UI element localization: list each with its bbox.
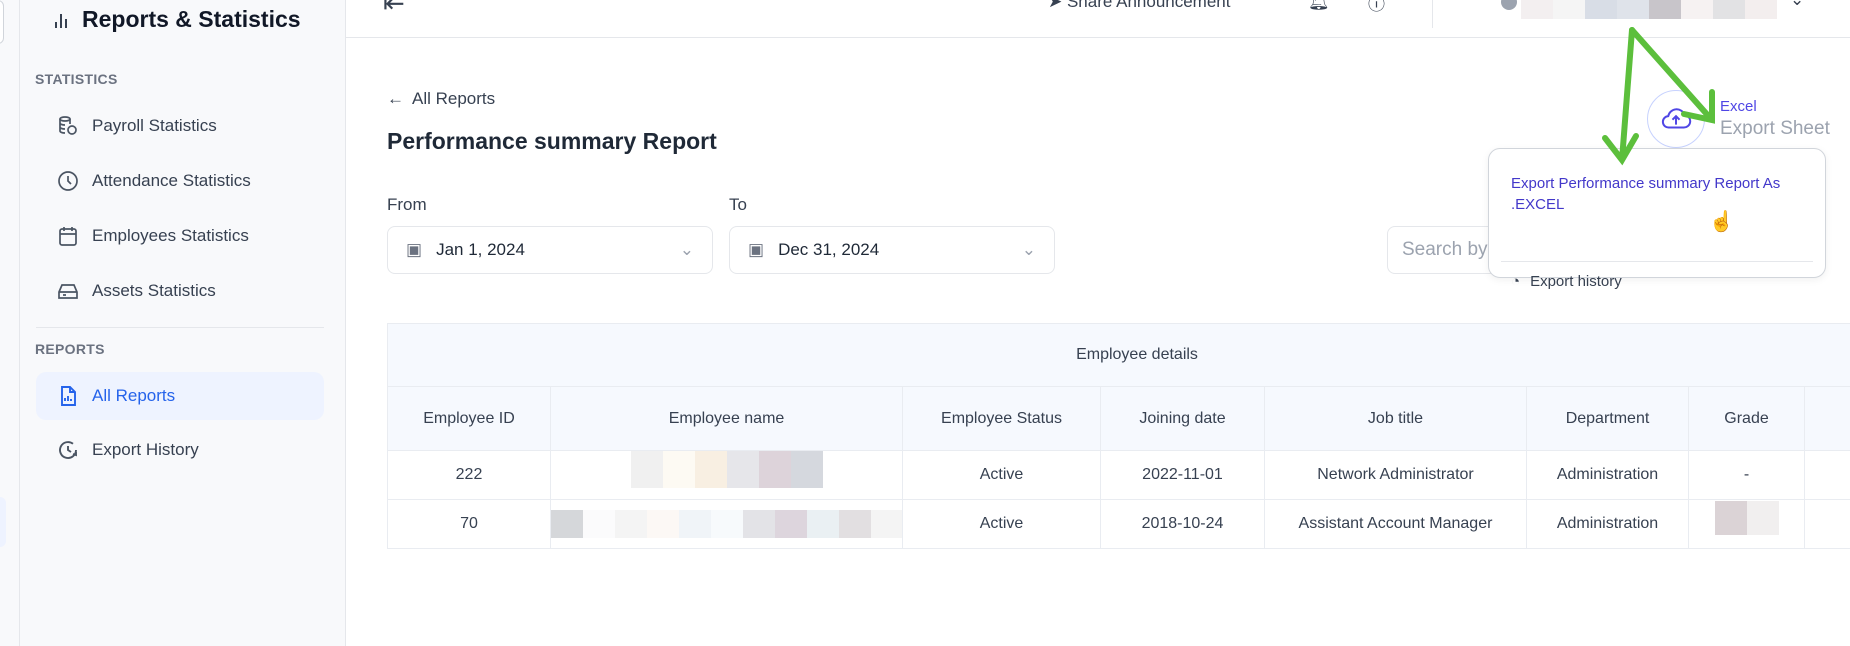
avatar[interactable] (1501, 0, 1517, 10)
export-dropdown: Export Performance summary Report As .EX… (1488, 148, 1826, 290)
sidebar-item-label: Payroll Statistics (92, 116, 217, 135)
cell-id: 70 (387, 499, 551, 549)
sidebar-title: Reports & Statistics (55, 6, 301, 33)
cell-grade: - (1688, 450, 1805, 500)
coins-icon (59, 116, 77, 135)
rail-active-item[interactable] (0, 497, 6, 547)
sidebar-title-text: Reports & Statistics (82, 6, 301, 32)
col-employee-id: Employee ID (387, 386, 551, 451)
section-reports: REPORTS (35, 341, 105, 357)
drive-icon (58, 284, 78, 299)
calendar-icon: ▣ (406, 240, 423, 259)
history-icon: ◔ (1511, 273, 1521, 290)
sidebar: Reports & Statistics STATISTICS Payroll … (20, 0, 346, 646)
to-date-picker[interactable]: ▣ Dec 31, 2024 ⌄ (729, 226, 1055, 274)
cell-name-redacted (550, 499, 903, 549)
to-date-value: Dec 31, 2024 (778, 240, 880, 259)
help-icon[interactable]: ⓘ (1368, 0, 1385, 15)
col-department: Department (1526, 386, 1689, 451)
page-title: Performance summary Report (387, 128, 717, 154)
chevron-down-icon: ⌄ (1021, 240, 1036, 259)
bar-chart-icon (55, 13, 67, 28)
cell-id: 222 (387, 450, 551, 500)
table-row: 222 Active 2022-11-01 Network Administra… (387, 450, 1850, 500)
export-excel-option[interactable]: Export Performance summary Report As .EX… (1511, 173, 1801, 215)
col-joining-date: Joining date (1100, 386, 1265, 451)
export-history-label: Export history (1530, 273, 1622, 290)
chevron-down-icon: ⌄ (679, 240, 694, 259)
user-name-redacted[interactable] (1521, 0, 1777, 19)
left-rail (0, 0, 20, 646)
report-file-icon (61, 386, 76, 406)
clock-icon (58, 171, 78, 191)
cell-job: Network Administrator (1264, 450, 1527, 500)
sidebar-item-label: Assets Statistics (92, 281, 216, 300)
export-history-option[interactable]: ◔ Export history (1511, 273, 1622, 290)
sidebar-item-label: Employees Statistics (92, 226, 249, 245)
sidebar-item-employees[interactable]: Employees Statistics (36, 212, 324, 260)
topbar-divider (1432, 0, 1433, 28)
col-employee-name: Employee name (550, 386, 903, 451)
col-employee-status: Employee Status (902, 386, 1101, 451)
bell-icon[interactable]: 🔔︎ (1308, 0, 1330, 12)
cell-status: Active (902, 450, 1101, 500)
cell-name-redacted (550, 450, 903, 500)
dropdown-divider (1501, 261, 1813, 262)
to-label: To (729, 195, 747, 214)
all-reports-back-link[interactable]: ← All Reports (387, 89, 495, 109)
sidebar-item-assets[interactable]: Assets Statistics (36, 267, 324, 315)
user-menu-chevron-icon[interactable]: ⌄ (1790, 0, 1804, 10)
main-content: ← All Reports Performance summary Report … (346, 38, 1850, 646)
collapse-icon[interactable]: ⇤ (383, 0, 405, 19)
export-button[interactable] (1647, 90, 1705, 148)
report-table: Employee details Employee ID Employee na… (387, 323, 1850, 549)
col-more (1804, 386, 1850, 451)
cell-joining: 2018-10-24 (1100, 499, 1265, 549)
rail-button[interactable] (0, 0, 4, 44)
sidebar-item-payroll[interactable]: Payroll Statistics (36, 102, 324, 150)
col-job-title: Job title (1264, 386, 1527, 451)
cell-dept: Administration (1526, 450, 1689, 500)
export-sheet-label[interactable]: Export Sheet (1720, 118, 1830, 140)
group-header: Employee details (387, 323, 1850, 387)
sidebar-item-all-reports[interactable]: All Reports (36, 372, 324, 420)
arrow-left-icon: ← (387, 89, 404, 108)
cell-grade-redacted (1688, 499, 1805, 549)
hand-cursor-icon: ☝ (1709, 211, 1734, 233)
back-label: All Reports (412, 89, 496, 108)
sidebar-divider (36, 327, 324, 328)
cell-joining: 2022-11-01 (1100, 450, 1265, 500)
calendar-icon: ▣ (748, 240, 765, 259)
sidebar-item-label: Export History (92, 440, 199, 459)
cell-dept: Administration (1526, 499, 1689, 549)
section-statistics: STATISTICS (35, 71, 118, 87)
export-type: Excel (1720, 98, 1757, 115)
cloud-upload-icon (1661, 108, 1692, 129)
sidebar-item-attendance[interactable]: Attendance Statistics (36, 157, 324, 205)
sidebar-item-export-history[interactable]: Export History (36, 426, 324, 474)
from-date-value: Jan 1, 2024 (436, 240, 525, 259)
calendar-icon (59, 227, 77, 246)
sidebar-item-label: All Reports (92, 386, 176, 405)
cell-more (1804, 499, 1850, 549)
cell-status: Active (902, 499, 1101, 549)
col-grade: Grade (1688, 386, 1805, 451)
history-icon (59, 441, 77, 459)
share-announcement-button[interactable]: ➤ Share Announcement (1048, 0, 1230, 12)
cell-more (1804, 450, 1850, 500)
from-date-picker[interactable]: ▣ Jan 1, 2024 ⌄ (387, 226, 713, 274)
sidebar-item-label: Attendance Statistics (92, 171, 251, 190)
table-row: 70 Active 2018-10-24 Assistant Account M… (387, 499, 1850, 549)
topbar: ⇤ ➤ Share Announcement 🔔︎ ⓘ ⌄ (346, 0, 1850, 38)
cell-job: Assistant Account Manager (1264, 499, 1527, 549)
share-label: Share Announcement (1066, 0, 1231, 11)
from-label: From (387, 195, 427, 214)
